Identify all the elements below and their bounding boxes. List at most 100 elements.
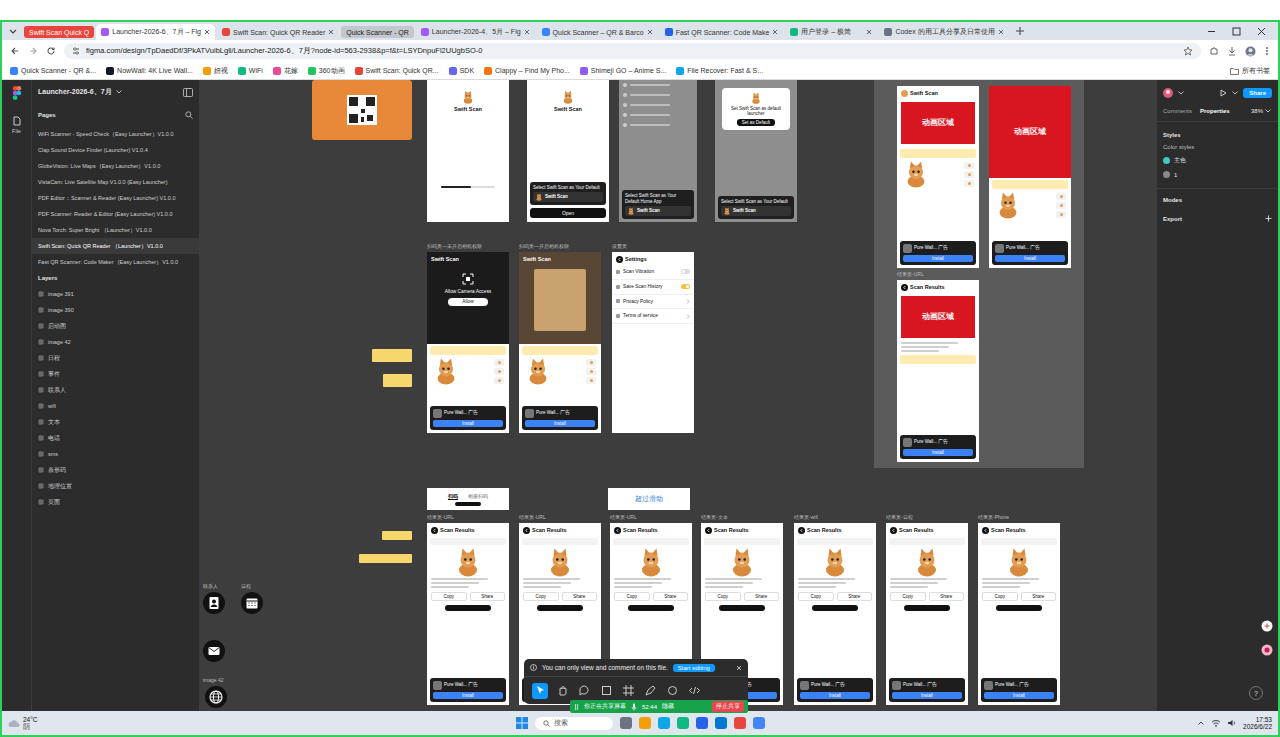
tool-button[interactable]	[576, 683, 592, 699]
avatar-chevron-icon[interactable]	[1177, 89, 1185, 97]
zoom-control[interactable]: 38%	[1251, 107, 1272, 115]
result-main-button[interactable]	[628, 605, 674, 611]
frame-label[interactable]: 结果页-文本	[701, 514, 728, 520]
phone-frame[interactable]: Swift ScanSelect Swift Scan as Your Defa…	[527, 80, 609, 222]
frame-label[interactable]: 结果页-URL	[519, 514, 546, 520]
ad-install-button[interactable]: Install	[433, 420, 503, 427]
frame-label[interactable]: 结果页-日程	[886, 514, 913, 520]
windows-start-icon[interactable]	[516, 717, 528, 729]
result-action-button[interactable]: Copy	[523, 592, 559, 601]
figma-logo-icon[interactable]	[12, 86, 22, 100]
sticky-note[interactable]	[359, 554, 412, 563]
profile-avatar-icon[interactable]	[1245, 46, 1256, 57]
phone-frame[interactable]: Scan ResultsCopySharePure Wall... 广告Inst…	[794, 523, 876, 705]
result-action-button[interactable]: Share	[653, 592, 689, 601]
bookmark-item[interactable]: Shimeji GO – Anime S...	[580, 67, 666, 75]
floating-assistant-icon[interactable]	[1261, 644, 1273, 656]
layer-item[interactable]: 文本	[32, 414, 199, 430]
result-action-button[interactable]: Share	[470, 592, 506, 601]
browser-tab[interactable]: 用户登录 – 极简	[785, 24, 877, 40]
phone-frame[interactable]: Scan Results动画区域Pure Wall... 广告Install	[897, 280, 979, 462]
bookmark-item[interactable]: 360动画	[308, 66, 345, 76]
color-style-item[interactable]: 1	[1163, 171, 1272, 178]
ad-install-button[interactable]: Install	[903, 449, 973, 456]
ad-install-button[interactable]: Install	[892, 692, 962, 699]
phone-frame[interactable]: Scan ResultsCopySharePure Wall... 广告Inst…	[427, 523, 509, 705]
setting-toggle[interactable]	[681, 269, 690, 274]
result-action-button[interactable]: Copy	[798, 592, 834, 601]
ad-card[interactable]: Pure Wall... 广告Install	[992, 241, 1068, 265]
result-main-button[interactable]	[719, 605, 765, 611]
settings-row[interactable]: Privacy Policy	[612, 295, 694, 310]
person-icon[interactable]	[203, 592, 225, 614]
wifi-icon[interactable]	[1211, 719, 1221, 727]
quick-tile[interactable]	[586, 377, 596, 384]
back-circle-icon[interactable]	[705, 527, 712, 534]
frame-label[interactable]: 结果页-URL	[897, 271, 924, 277]
browser-tab[interactable]: Codex 的用工具分享及日常使用	[879, 24, 1008, 40]
page-item[interactable]: Fast QR Scanner: Code Maker（Easy Launche…	[32, 254, 199, 270]
quick-tile[interactable]	[1056, 211, 1066, 218]
sticky-note[interactable]	[372, 349, 412, 362]
taskbar-app-icon[interactable]	[696, 717, 708, 729]
result-action-button[interactable]: Copy	[982, 592, 1018, 601]
frame-label[interactable]: 扫码页—开启相机权限	[519, 243, 569, 249]
tool-button[interactable]	[620, 683, 636, 699]
sheet-app-row[interactable]: Swift Scan	[625, 206, 691, 216]
ad-card[interactable]: Pure Wall... 广告Install	[900, 241, 976, 265]
layer-item[interactable]: 条形码	[32, 462, 199, 478]
taskbar-app-icon[interactable]	[677, 717, 689, 729]
result-action-button[interactable]: Share	[837, 592, 873, 601]
frame-label[interactable]: 设置页	[612, 243, 627, 249]
back-icon[interactable]	[10, 46, 20, 56]
tray-chevron-icon[interactable]	[1197, 719, 1205, 727]
quick-tile[interactable]	[494, 377, 504, 384]
ad-install-button[interactable]: Install	[433, 692, 503, 699]
browser-tab[interactable]: Launcher-2026-4、5月 – Fig	[416, 24, 535, 40]
page-item[interactable]: Clap Sound Device Finder (Launcher) V1.0…	[32, 142, 199, 158]
ad-install-button[interactable]: Install	[525, 420, 595, 427]
phone-frame[interactable]: Select Swift Scan as Your Default Home A…	[619, 80, 697, 222]
back-circle-icon[interactable]	[616, 256, 623, 263]
browser-tab[interactable]: Fast QR Scanner: Code Make	[660, 24, 784, 40]
url-field[interactable]: figma.com/design/TpDaedDf/3PkATVuibLgli/…	[64, 43, 1201, 59]
ad-install-button[interactable]: Install	[903, 255, 973, 262]
file-menu-chevron-icon[interactable]	[115, 88, 123, 96]
share-hide-button[interactable]: 隐藏	[662, 702, 674, 711]
taskbar-app-icon[interactable]	[715, 717, 727, 729]
bookmark-star-icon[interactable]	[1183, 46, 1193, 56]
bookmark-item[interactable]: Swift Scan: Quick QR...	[355, 67, 439, 75]
close-window-icon[interactable]	[1257, 27, 1266, 36]
help-button[interactable]: ?	[1249, 686, 1263, 700]
downloads-icon[interactable]	[1227, 46, 1237, 56]
tool-button[interactable]	[686, 683, 702, 699]
open-button[interactable]: Open	[530, 208, 606, 218]
result-main-button[interactable]	[996, 605, 1042, 611]
phone-frame[interactable]: Swift Scan	[427, 80, 509, 222]
sticky-note[interactable]	[383, 374, 412, 387]
taskbar-app-icon[interactable]	[658, 717, 670, 729]
taskbar-app-icon[interactable]	[753, 717, 765, 729]
add-export-icon[interactable]	[1265, 215, 1272, 222]
layer-item[interactable]: image 42	[32, 334, 199, 350]
maximize-icon[interactable]	[1232, 27, 1241, 36]
settings-row[interactable]: Scan Vibration	[612, 265, 694, 280]
floating-action-icon[interactable]	[1261, 620, 1273, 632]
taskbar-app-icon[interactable]	[620, 717, 632, 729]
globe-icon[interactable]	[205, 686, 227, 708]
tool-button[interactable]	[664, 683, 680, 699]
page-item[interactable]: WiFi Scanner - Speed Check（Easy Launcher…	[32, 126, 199, 142]
result-action-button[interactable]: Copy	[890, 592, 926, 601]
quick-tile[interactable]	[494, 368, 504, 375]
tool-button[interactable]	[532, 683, 548, 699]
back-circle-icon[interactable]	[798, 527, 805, 534]
site-info-icon[interactable]	[72, 47, 80, 55]
layer-item[interactable]: 日程	[32, 350, 199, 366]
result-action-button[interactable]: Share	[929, 592, 965, 601]
close-notice-icon[interactable]	[736, 665, 742, 671]
page-item[interactable]: PDF Scanner: Reader & Editor (Easy Launc…	[32, 206, 199, 222]
bookmark-item[interactable]: Clappy – Find My Pho...	[484, 67, 570, 75]
ad-card[interactable]: Pure Wall... 广告Install	[797, 678, 873, 702]
design-canvas[interactable]: Swift ScanSwift ScanSelect Swift Scan as…	[200, 80, 1156, 711]
new-tab-plus-icon[interactable]	[1015, 24, 1025, 38]
